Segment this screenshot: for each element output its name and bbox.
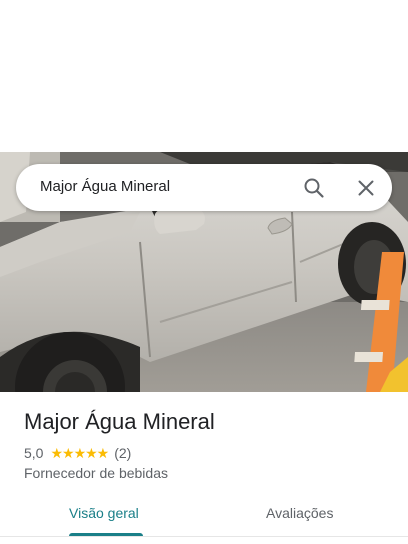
close-icon: [358, 180, 374, 196]
map-top-area: [0, 0, 408, 152]
tab-overview[interactable]: Visão geral: [69, 505, 139, 521]
review-count[interactable]: (2): [114, 445, 131, 461]
place-category[interactable]: Fornecedor de bebidas: [24, 465, 168, 481]
place-title: Major Água Mineral: [24, 409, 215, 434]
search-input[interactable]: Major Água Mineral: [40, 178, 170, 195]
rating-row[interactable]: 5,0 ★★★★★ (2): [24, 444, 131, 462]
rating-stars: ★★★★★: [50, 444, 109, 461]
search-icon: [304, 178, 324, 198]
close-button[interactable]: [352, 174, 380, 202]
search-button[interactable]: [300, 174, 328, 202]
rating-value: 5,0: [24, 445, 44, 461]
tab-reviews[interactable]: Avaliações: [266, 505, 333, 521]
tabs-divider: [0, 536, 408, 537]
search-bar[interactable]: Major Água Mineral: [16, 164, 392, 211]
